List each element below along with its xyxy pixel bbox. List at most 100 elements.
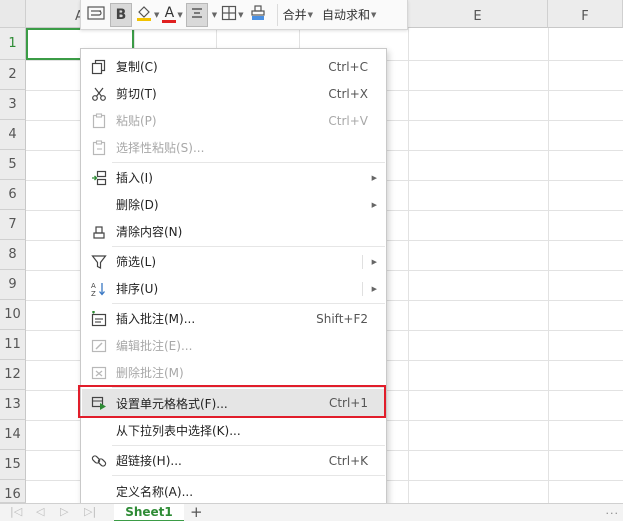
row-header-10[interactable]: 10 — [0, 300, 26, 330]
menu-item-label: 剪切(T) — [116, 87, 157, 101]
bold-button[interactable]: B — [110, 2, 132, 27]
submenu-arrow-icon: ▶ — [371, 284, 377, 293]
more-icon[interactable]: ... — [606, 504, 620, 517]
borders-icon — [221, 5, 237, 24]
menu-separator — [112, 475, 385, 476]
menu-item-label: 从下拉列表中选择(K)... — [116, 424, 241, 438]
row-header-3[interactable]: 3 — [0, 90, 26, 120]
merge-button[interactable]: 合并 ▼ — [283, 3, 313, 27]
grid-line — [548, 28, 549, 503]
sheet-tab-sheet1[interactable]: Sheet1 — [114, 504, 184, 521]
format-painter-button[interactable] — [247, 3, 269, 27]
wrap-text-button[interactable] — [85, 3, 107, 27]
row-header-6[interactable]: 6 — [0, 180, 26, 210]
chevron-down-icon[interactable]: ▼ — [212, 11, 217, 19]
sheet-tab-bar: |◁ ◁ ▷ ▷| Sheet1 + ... — [0, 503, 623, 521]
menu-item-shortcut: Ctrl+C — [328, 59, 368, 74]
menu-separator — [112, 303, 385, 304]
menu-item-hyperlink[interactable]: 超链接(H)... Ctrl+K — [82, 447, 385, 474]
insert-cells-icon — [91, 170, 107, 186]
filter-icon — [91, 254, 107, 270]
row-header-4[interactable]: 4 — [0, 120, 26, 150]
menu-item-label: 定义名称(A)... — [116, 485, 194, 499]
wrap-text-icon — [87, 5, 105, 24]
submenu-arrow-icon: ▶ — [371, 257, 377, 266]
grid-line — [408, 28, 409, 503]
menu-item-pick-from-list[interactable]: 从下拉列表中选择(K)... — [82, 417, 385, 444]
menu-item-clear-contents[interactable]: 清除内容(N) — [82, 218, 385, 245]
last-sheet-icon[interactable]: ▷| — [84, 505, 96, 518]
chevron-down-icon: ▼ — [307, 10, 313, 19]
menu-separator — [112, 162, 385, 163]
menu-item-label: 删除批注(M) — [116, 366, 184, 380]
menu-item-edit-comment[interactable]: 编辑批注(E)... — [82, 332, 385, 359]
submenu-divider — [362, 281, 363, 296]
select-all-corner[interactable] — [0, 0, 26, 28]
font-color-icon: A — [164, 4, 175, 21]
font-color-bar — [162, 19, 177, 23]
menu-item-label: 插入批注(M)... — [116, 312, 196, 326]
row-header-11[interactable]: 11 — [0, 330, 26, 360]
first-sheet-icon[interactable]: |◁ — [10, 505, 22, 518]
edit-comment-icon — [91, 338, 107, 354]
menu-item-delete-comment[interactable]: 删除批注(M) — [82, 359, 385, 386]
row-header-1[interactable]: 1 — [0, 28, 26, 60]
column-header-e[interactable]: E — [408, 0, 548, 28]
menu-item-shortcut: Ctrl+V — [328, 113, 368, 128]
font-color-button[interactable]: A ▼ — [162, 3, 183, 27]
svg-text:Z: Z — [91, 290, 96, 297]
row-header-14[interactable]: 14 — [0, 420, 26, 450]
eraser-icon — [91, 224, 107, 240]
row-header-12[interactable]: 12 — [0, 360, 26, 390]
menu-item-paste-special[interactable]: 选择性粘贴(S)... — [82, 134, 385, 161]
row-header-9[interactable]: 9 — [0, 270, 26, 300]
menu-item-label: 插入(I) — [116, 171, 153, 185]
row-header-2[interactable]: 2 — [0, 60, 26, 90]
row-header-13[interactable]: 13 — [0, 390, 26, 420]
highlight-box — [78, 385, 386, 418]
svg-text:A: A — [91, 282, 96, 290]
chevron-down-icon: ▼ — [154, 10, 160, 19]
menu-item-delete[interactable]: 删除(D) ▶ — [82, 191, 385, 218]
align-button[interactable] — [185, 2, 208, 27]
menu-item-label: 复制(C) — [116, 60, 158, 74]
delete-comment-icon — [91, 365, 107, 381]
menu-item-insert[interactable]: 插入(I) ▶ — [82, 164, 385, 191]
row-header-5[interactable]: 5 — [0, 150, 26, 180]
next-sheet-icon[interactable]: ▷ — [60, 505, 68, 518]
autosum-button[interactable]: 自动求和 ▼ — [322, 3, 376, 27]
menu-item-sort[interactable]: AZ 排序(U) ▶ — [82, 275, 385, 302]
insert-comment-icon — [91, 310, 107, 327]
row-header-8[interactable]: 8 — [0, 240, 26, 270]
menu-item-cut[interactable]: 剪切(T) Ctrl+X — [82, 80, 385, 107]
menu-item-insert-comment[interactable]: 插入批注(M)... Shift+F2 — [82, 305, 385, 332]
submenu-divider — [362, 254, 363, 269]
column-header-f[interactable]: F — [548, 0, 623, 28]
row-header-15[interactable]: 15 — [0, 450, 26, 480]
autosum-label: 自动求和 — [321, 8, 370, 22]
menu-item-filter[interactable]: 筛选(L) ▶ — [82, 248, 385, 275]
menu-item-copy[interactable]: 复制(C) Ctrl+C — [82, 53, 385, 80]
menu-item-shortcut: Ctrl+X — [328, 86, 368, 101]
menu-item-label: 排序(U) — [116, 282, 159, 296]
link-icon — [91, 453, 107, 469]
menu-item-paste[interactable]: 粘贴(P) Ctrl+V — [82, 107, 385, 134]
row-header-16[interactable]: 16 — [0, 480, 26, 503]
add-sheet-button[interactable]: + — [190, 503, 203, 521]
menu-item-define-name[interactable]: 定义名称(A)... — [82, 478, 385, 505]
fill-bucket-icon — [135, 4, 153, 25]
sort-az-icon: AZ — [91, 281, 107, 297]
menu-item-label: 超链接(H)... — [116, 454, 182, 468]
menu-item-label: 清除内容(N) — [116, 225, 183, 239]
menu-item-shortcut: Ctrl+K — [328, 453, 368, 468]
paste-icon — [91, 112, 107, 129]
borders-button[interactable]: ▼ — [221, 3, 244, 27]
toolbar-divider — [276, 3, 278, 26]
menu-item-label: 删除(D) — [116, 198, 159, 212]
menu-separator — [112, 445, 385, 446]
context-menu: 复制(C) Ctrl+C 剪切(T) Ctrl+X 粘贴(P) Ctrl+V 选… — [80, 48, 387, 507]
chevron-down-icon: ▼ — [177, 10, 183, 19]
row-header-7[interactable]: 7 — [0, 210, 26, 240]
fill-color-button[interactable]: ▼ — [135, 3, 159, 27]
prev-sheet-icon[interactable]: ◁ — [36, 505, 44, 518]
